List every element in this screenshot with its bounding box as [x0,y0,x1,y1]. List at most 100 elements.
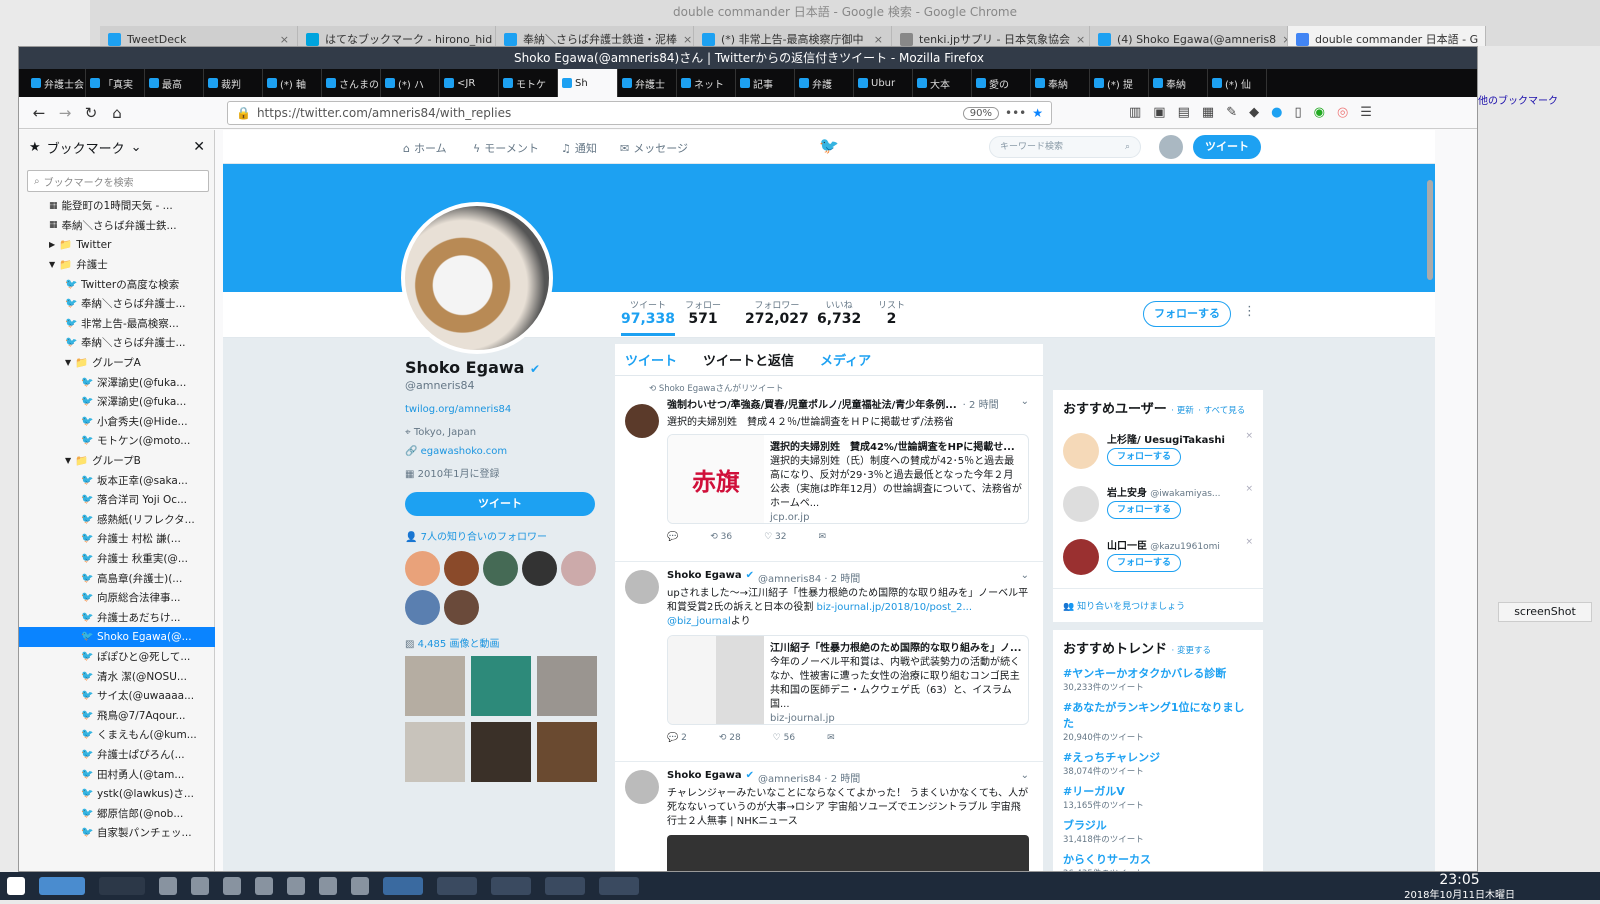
avatar[interactable] [522,551,557,586]
firefox-tab[interactable]: Ubur [854,69,913,97]
bookmark-item[interactable]: 🐦 清水 潔(@NOSU... [19,666,215,686]
bookmark-item[interactable]: 🐦 Shoko Egawa(@... [19,627,215,647]
collapse-arrow-icon[interactable]: ▶ [49,240,55,249]
media-count[interactable]: ▨ 4,485 画像と動画 [405,635,605,650]
library-icon[interactable]: ▥ [1129,105,1141,120]
avatar[interactable] [405,551,440,586]
editor-icon[interactable] [191,877,209,895]
forward-arrow-icon[interactable]: → [55,103,75,123]
nav-home[interactable]: ⌂ ホーム [403,140,447,156]
tweet-author[interactable]: Shoko Egawa [667,570,742,585]
bookmark-item[interactable]: 🐦 くまえもん(@kum... [19,725,215,745]
desktop-pager[interactable] [99,877,145,895]
bookmark-item[interactable]: 🐦 Twitterの高度な検索 [19,274,215,294]
bookmark-item[interactable]: 🐦 深澤諭史(@fuka... [19,392,215,412]
bookmark-item[interactable]: 🐦 弁護士あだちけ... [19,607,215,627]
bookmark-item[interactable]: 🐦 弁護士ぱぴろん(... [19,745,215,765]
firefox-tab[interactable]: モトケ [499,69,558,97]
profile-link[interactable]: twilog.org/amneris84 [405,404,605,415]
find-friends-link[interactable]: 👥 知り合いを見つけましょう [1053,588,1263,622]
tweet-button[interactable]: ツイート [1193,135,1261,159]
envelope-icon[interactable]: ✉ [827,733,835,743]
chevron-down-icon[interactable]: ⌄ [1021,396,1029,411]
bookmark-item[interactable]: 🐦 奉納＼さらば弁護士... [19,294,215,314]
bookmark-item[interactable]: 🐦 深澤諭史(@fuka... [19,372,215,392]
bookmark-item[interactable]: 🐦 坂本正幸(@saka... [19,470,215,490]
avatar[interactable] [1063,539,1099,575]
avatar[interactable] [483,551,518,586]
bookmark-item[interactable]: 🐦 ぽぽひと@死して... [19,647,215,667]
link-card[interactable]: 江川紹子「性暴力根絶のため国際的な取り組みを」ノ... 今年のノーベル平和賞は、内… [667,635,1029,725]
firefox-tab[interactable]: (*) 仙 [1208,69,1267,97]
app-icon[interactable] [223,877,241,895]
home-icon[interactable]: ⌂ [107,103,127,123]
puzzle-icon[interactable]: ◆ [1249,105,1259,120]
profile-stat[interactable]: リスト 2 [878,298,905,327]
clipboard-icon[interactable]: ▯ [1294,105,1301,120]
profile-name[interactable]: Shoko Egawa ✔ [405,358,605,377]
twitter-bird-icon[interactable]: 🐦 [819,136,839,155]
bookmark-item[interactable]: ▶ 📁 Twitter [19,235,215,255]
twitter-search-input[interactable]: キーワード検索 ⌕ [989,136,1141,158]
back-arrow-icon[interactable]: ← [29,103,49,123]
media-thumbnail[interactable] [405,722,465,782]
start-menu-icon[interactable] [7,877,25,895]
trend-item[interactable]: #あなたがランキング1位になりました 20,940件のツイート [1063,699,1253,743]
avatar[interactable] [625,770,659,804]
media-thumbnail[interactable] [471,722,531,782]
firefox-tab[interactable]: Sh [558,69,618,97]
suggested-user-name[interactable]: 山口一臣 [1107,541,1147,552]
media-thumbnail[interactable] [405,656,465,716]
taskbar-window[interactable] [599,877,639,895]
sidebar-title[interactable]: ブックマーク [47,138,125,157]
taskbar-window[interactable] [383,877,423,895]
chevron-down-icon[interactable]: ⌄ [1021,770,1029,785]
firefox-tab[interactable]: 記事 [736,69,795,97]
tweet-link[interactable]: biz-journal.jp/2018/10/post_2... [817,602,972,613]
menu-icon[interactable]: ☰ [1360,105,1372,120]
trend-item[interactable]: #ヤンキーかオタクかバレる診断 30,233件のツイート [1063,665,1253,693]
trend-item[interactable]: ブラジル 31,418件のツイート [1063,817,1253,845]
reply-icon[interactable]: 💬 2 [667,733,687,743]
profile-stat[interactable]: いいね 6,732 [817,298,861,327]
firefox-tab[interactable]: 愛の [972,69,1031,97]
bookmark-item[interactable]: 🐦 奉納＼さらば弁護士... [19,333,215,353]
avatar[interactable] [444,590,479,625]
nav-moments[interactable]: ϟ モーメント [473,140,539,156]
close-icon[interactable]: × [1245,431,1253,441]
close-icon[interactable]: × [683,33,692,46]
globe-icon[interactable]: ◎ [1337,105,1348,120]
tweet[interactable]: ⟲ Shoko Egawaさんがリツイート 強制わいせつ/準強姦/買春/児童ポル… [615,382,1043,562]
expand-arrow-icon[interactable]: ▼ [49,260,55,269]
taskbar-window[interactable] [545,877,585,895]
close-icon[interactable]: × [874,33,883,46]
bookmark-item[interactable]: ▦ 奉納＼さらば弁護士鉄... [19,216,215,236]
profile-avatar[interactable] [401,202,553,354]
firefox-tab[interactable]: (*) ハ [381,69,440,97]
retweet-icon[interactable]: ⟲ 36 [710,532,732,542]
firefox-tab[interactable]: 奉納 [1031,69,1090,97]
chrome-other-bookmarks[interactable]: 他のブックマーク [1478,92,1558,107]
bookmark-item[interactable]: 🐦 非常上告-最高検察... [19,314,215,334]
firefox-tab[interactable]: 弁護 [795,69,854,97]
desktop-pager[interactable] [39,877,85,895]
reader-icon[interactable]: ▤ [1178,105,1190,120]
firefox-tab[interactable]: 奉納 [1149,69,1208,97]
firefox-tab[interactable]: さんまの [322,69,381,97]
refresh-link[interactable]: · 更新 [1171,406,1193,416]
view-all-link[interactable]: · すべて見る [1198,406,1245,416]
app-icon[interactable] [287,877,305,895]
extension-icon[interactable]: ◉ [1314,105,1325,120]
sidebar-icon[interactable]: ▣ [1153,105,1165,120]
zoom-level[interactable]: 90% [962,106,999,120]
pen-icon[interactable]: ✎ [1226,105,1237,120]
nav-messages[interactable]: ✉ メッセージ [620,140,688,156]
avatar[interactable] [625,404,659,438]
trend-item[interactable]: からくりサーカス26,435件のツイート [1063,851,1253,871]
media-thumbnail[interactable] [537,656,597,716]
taskbar-window[interactable] [437,877,477,895]
profile-stat[interactable]: フォロワー 272,027 [745,298,809,327]
app-icon[interactable] [255,877,273,895]
more-icon[interactable]: ••• [1005,106,1026,120]
avatar[interactable] [1063,486,1099,522]
